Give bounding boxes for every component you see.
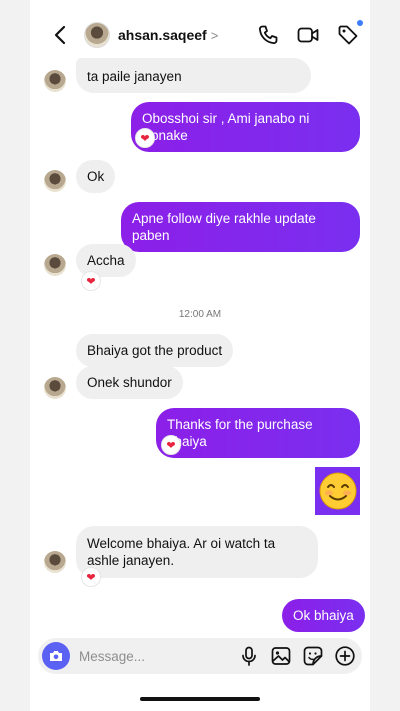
emoji-message[interactable]: 😊 xyxy=(315,467,360,515)
chat-screen: ahsan.saqeef > ta paile janayen Obosshoi… xyxy=(30,0,370,711)
heart-reaction[interactable]: ❤ xyxy=(161,435,181,455)
message-input[interactable]: Message... xyxy=(79,649,238,664)
heart-icon: ❤ xyxy=(86,571,96,584)
camera-button[interactable] xyxy=(42,642,70,670)
message-text: Bhaiya got the product xyxy=(87,343,223,358)
heart-icon: ❤ xyxy=(140,132,150,145)
camera-icon xyxy=(50,651,62,661)
microphone-icon xyxy=(242,646,256,666)
message-outgoing[interactable]: Obosshoi sir , Ami janabo ni Apnake xyxy=(131,102,360,152)
avatar xyxy=(44,551,66,573)
message-incoming[interactable]: Bhaiya got the product xyxy=(76,334,234,367)
message-outgoing[interactable]: Thanks for the purchase bhaiya xyxy=(156,408,360,458)
message-text: Ok xyxy=(87,169,105,184)
sticker-icon xyxy=(303,646,323,666)
heart-reaction[interactable]: ❤ xyxy=(135,128,155,148)
message-text: Thanks for the purchase bhaiya xyxy=(167,417,313,449)
call-button[interactable] xyxy=(256,23,280,47)
message-outgoing[interactable]: Ok bhaiya xyxy=(282,599,365,632)
avatar xyxy=(44,170,66,192)
heart-reaction[interactable]: ❤ xyxy=(81,271,101,291)
message-incoming[interactable]: ta paile janayen xyxy=(76,58,311,93)
plus-circle-icon xyxy=(335,646,355,666)
tag-icon xyxy=(338,25,358,45)
avatar xyxy=(44,377,66,399)
message-text: Accha xyxy=(87,253,125,268)
message-incoming[interactable]: Ok xyxy=(76,160,116,193)
timestamp: 12:00 AM xyxy=(178,309,222,320)
heart-reaction[interactable]: ❤ xyxy=(81,567,101,587)
home-indicator[interactable] xyxy=(140,697,260,701)
phone-icon xyxy=(259,25,278,44)
username[interactable]: ahsan.saqeef xyxy=(118,27,207,43)
video-call-button[interactable] xyxy=(296,23,320,47)
chevron-right-icon[interactable]: > xyxy=(211,28,219,43)
video-camera-icon xyxy=(297,27,319,43)
image-icon xyxy=(271,647,291,665)
message-text: Ok bhaiya xyxy=(293,608,354,623)
chevron-left-icon xyxy=(54,25,66,45)
avatar xyxy=(44,254,66,276)
sticker-button[interactable] xyxy=(302,645,324,667)
heart-icon: ❤ xyxy=(86,275,96,288)
message-text: Onek shundor xyxy=(87,375,172,390)
notification-dot xyxy=(357,20,363,26)
message-incoming[interactable]: Welcome bhaiya. Ar oi watch ta ashle jan… xyxy=(76,526,318,578)
avatar[interactable] xyxy=(84,22,110,48)
add-button[interactable] xyxy=(334,645,356,667)
message-text: Apne follow diye rakhle update paben xyxy=(132,211,316,243)
tag-button[interactable] xyxy=(336,20,363,47)
back-button[interactable] xyxy=(48,23,72,47)
header-actions xyxy=(256,20,363,47)
heart-icon: ❤ xyxy=(166,439,176,452)
gallery-button[interactable] xyxy=(270,645,292,667)
composer-actions xyxy=(238,645,356,667)
message-composer: Message... xyxy=(38,638,362,674)
message-text: Obosshoi sir , Ami janabo ni Apnake xyxy=(142,111,310,143)
message-text: ta paile janayen xyxy=(87,69,182,84)
voice-message-button[interactable] xyxy=(238,645,260,667)
message-text: Welcome bhaiya. Ar oi watch ta ashle jan… xyxy=(87,536,276,568)
smiling-face-emoji xyxy=(319,472,356,510)
message-incoming[interactable]: Onek shundor xyxy=(76,366,183,399)
message-outgoing[interactable]: Apne follow diye rakhle update paben xyxy=(121,202,360,252)
avatar xyxy=(44,70,66,92)
